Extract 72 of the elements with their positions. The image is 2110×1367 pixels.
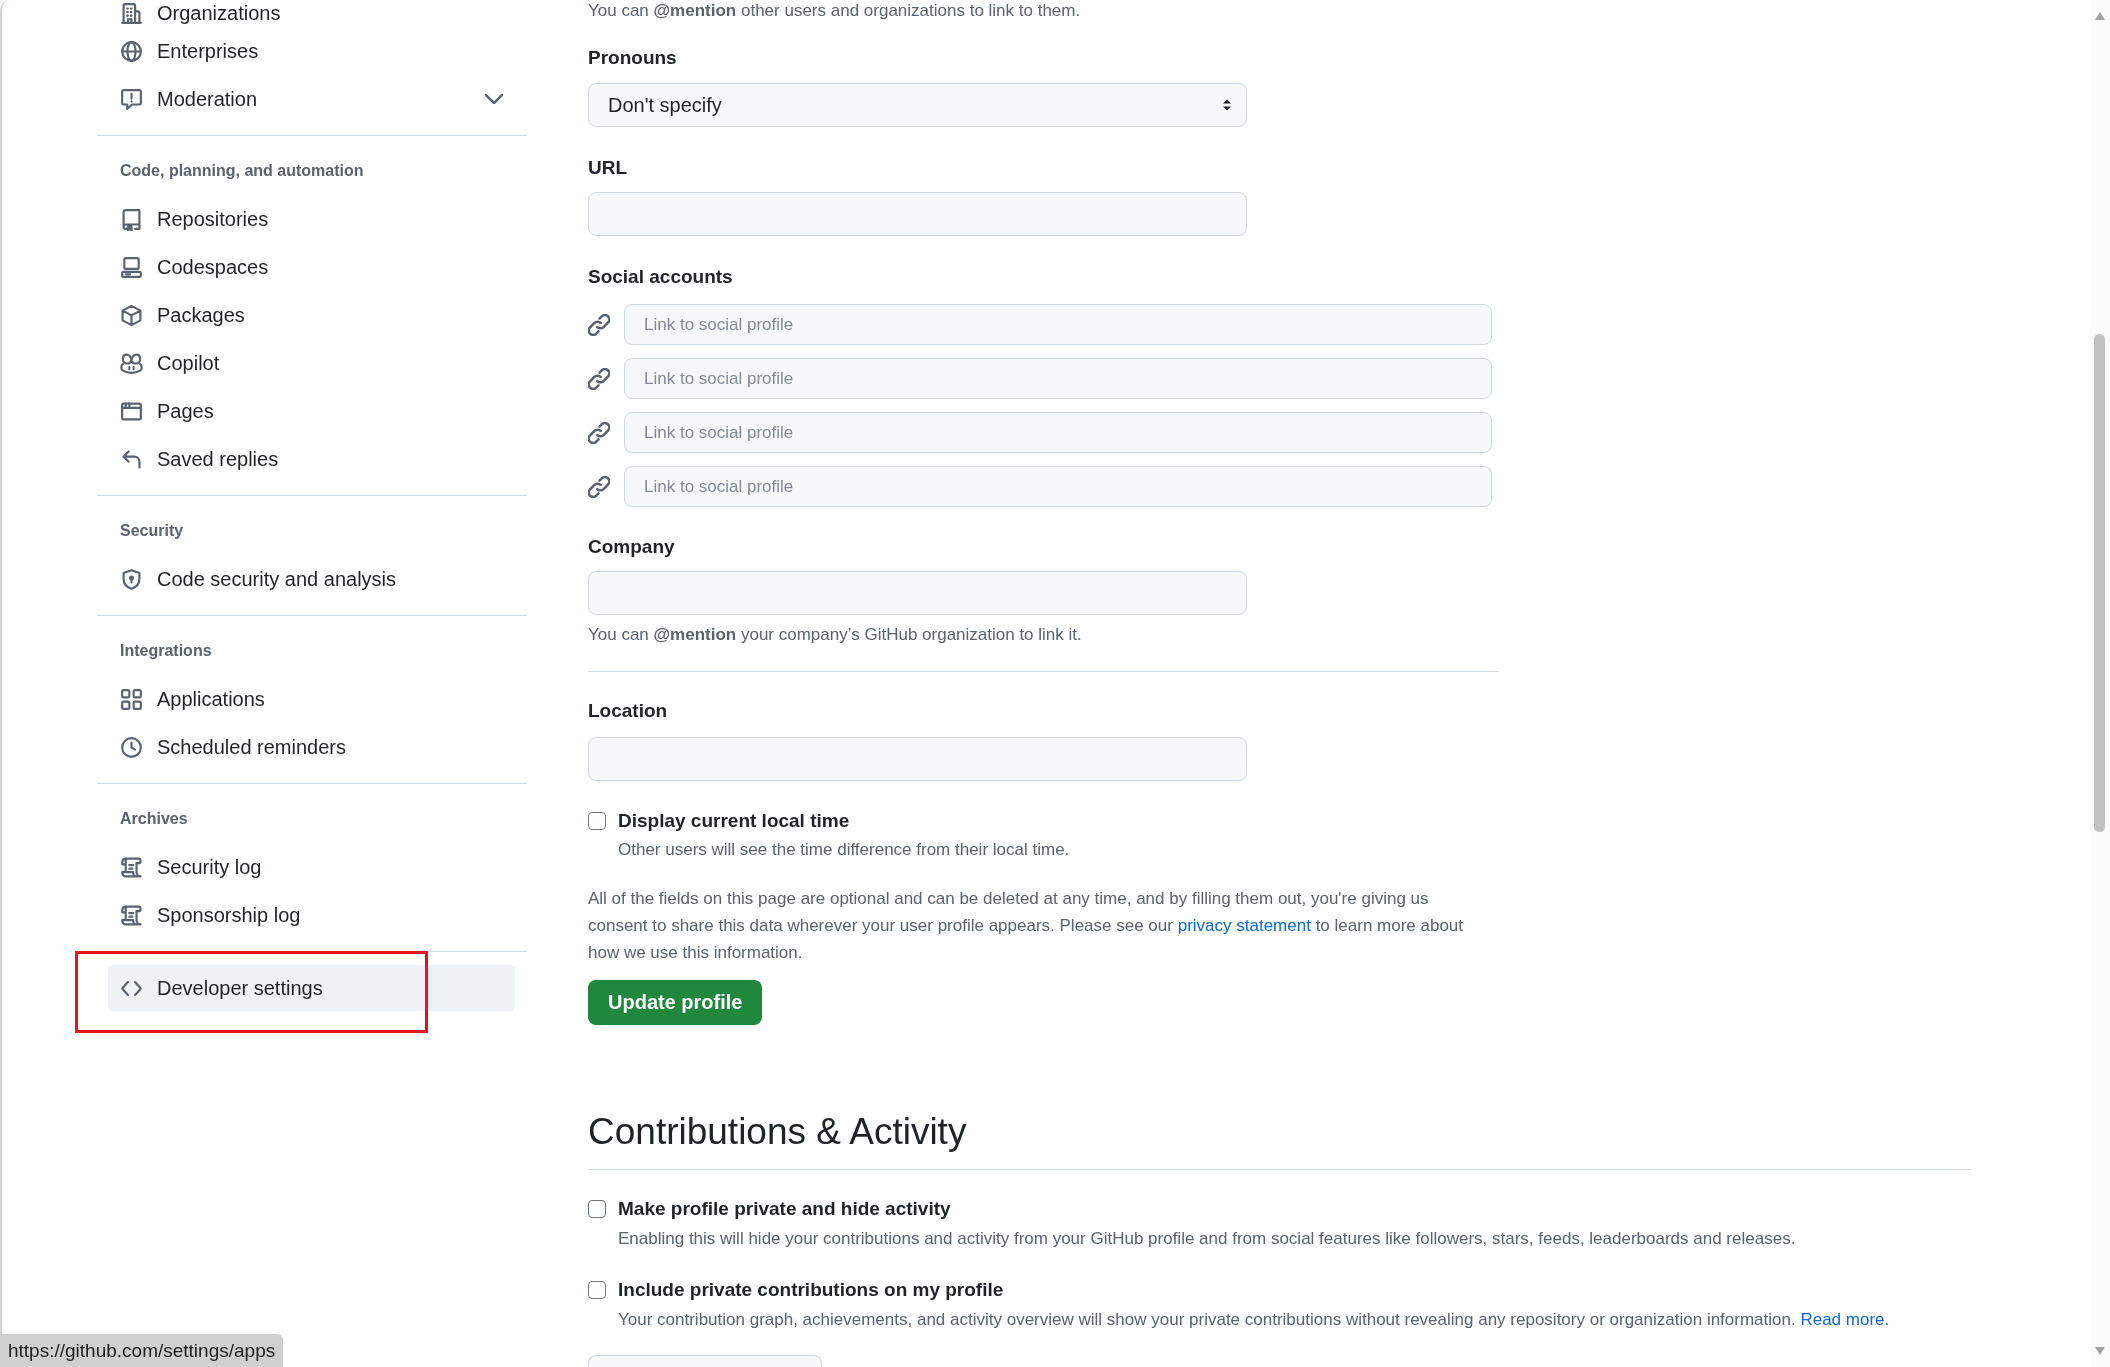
reply-arrow-icon xyxy=(120,447,143,471)
help-text: You can @mention your company’s GitHub organization to link it. xyxy=(588,624,1082,647)
field-label: Location xyxy=(588,699,668,724)
scroll-icon xyxy=(120,855,143,879)
sidebar-item[interactable]: Saved replies xyxy=(108,436,515,482)
section-heading: Contributions & Activity xyxy=(588,1109,967,1154)
scroll-up-arrow-icon[interactable] xyxy=(2095,12,2105,20)
sidebar-item[interactable]: Developer settings xyxy=(108,965,515,1011)
sidebar-item[interactable]: Enterprises xyxy=(108,28,515,74)
checkbox[interactable] xyxy=(588,1200,606,1219)
field-label: Company xyxy=(588,535,675,560)
checkbox[interactable] xyxy=(588,812,606,831)
sidebar-item[interactable]: Security log xyxy=(108,844,515,890)
sidebar-item[interactable]: Pages xyxy=(108,388,515,434)
sidebar-item[interactable]: Scheduled reminders xyxy=(108,724,515,770)
scrollbar-thumb[interactable] xyxy=(2094,334,2105,832)
url-field[interactable] xyxy=(588,192,1247,237)
cut-off-button[interactable] xyxy=(588,1355,822,1367)
update-profile-button[interactable]: Update profile xyxy=(588,980,763,1025)
privacy-statement-link[interactable]: privacy statement xyxy=(1177,916,1311,936)
shield-keyhole-icon xyxy=(120,567,143,591)
field-label: URL xyxy=(588,156,628,181)
link-icon xyxy=(588,367,610,390)
scroll-down-arrow-icon[interactable] xyxy=(2095,1347,2105,1355)
location-field[interactable] xyxy=(588,737,1247,782)
status-bar-url: https://github.com/settings/apps xyxy=(0,1334,284,1367)
social-profile-field[interactable]: Link to social profile xyxy=(624,358,1492,400)
scrollbar[interactable] xyxy=(2090,0,2110,1367)
social-profile-field[interactable]: Link to social profile xyxy=(624,304,1492,346)
checkbox-label: Display current local time xyxy=(618,809,850,834)
sidebar-section-heading: Integrations xyxy=(120,641,212,661)
speech-bubble-exclamation-icon xyxy=(120,87,143,111)
sidebar-item[interactable]: Applications xyxy=(108,676,515,722)
link-icon xyxy=(588,475,610,498)
grid-icon xyxy=(120,687,143,711)
globe-icon xyxy=(120,39,143,63)
cube-icon xyxy=(120,303,143,327)
help-text: Your contribution graph, achievements, and activity overview will show your private contributions without revealing any repository or organization information. Read more. xyxy=(618,1309,1890,1332)
sidebar-item[interactable]: Sponsorship log xyxy=(108,892,515,938)
scroll-icon xyxy=(120,903,143,927)
sidebar-item[interactable]: Repositories xyxy=(108,196,515,242)
computer-icon xyxy=(120,255,143,279)
help-text: You can @mention other users and organizations to link to them. xyxy=(588,0,1081,22)
social-profile-field[interactable]: Link to social profile xyxy=(624,466,1492,508)
link-icon xyxy=(588,421,610,444)
social-profile-field[interactable]: Link to social profile xyxy=(624,412,1492,454)
sidebar-section-heading: Archives xyxy=(120,809,188,829)
book-icon xyxy=(120,207,143,231)
company-field[interactable] xyxy=(588,571,1247,616)
sidebar-section-heading: Code, planning, and automation xyxy=(120,161,364,181)
field-label: Social accounts xyxy=(588,265,733,290)
sidebar-section-heading: Security xyxy=(120,521,184,541)
link-icon xyxy=(588,313,610,336)
sidebar-item[interactable]: Organizations xyxy=(108,0,515,26)
robot-face-icon xyxy=(120,351,143,375)
sidebar-item[interactable]: Codespaces xyxy=(108,244,515,290)
checkbox[interactable] xyxy=(588,1281,606,1300)
privacy-notice: All of the fields on this page are optional and can be deleted at any time, and by filling them out, you're giving us consent to share this data wherever your user profile appears. Please see our privacy statement to learn more about how we use this information. xyxy=(588,888,1465,965)
field-label: Pronouns xyxy=(588,46,677,70)
sidebar-item[interactable]: Code security and analysis xyxy=(108,556,515,602)
building-icon xyxy=(120,1,143,25)
clock-icon xyxy=(120,735,143,759)
pronouns-select[interactable]: Don't specify xyxy=(588,83,1247,128)
read-more-link[interactable]: Read more. xyxy=(1800,1310,1890,1330)
checkbox-label: Make profile private and hide activity xyxy=(618,1197,951,1222)
checkbox-label: Include private contributions on my profile xyxy=(618,1278,1004,1303)
sidebar-item[interactable]: Packages xyxy=(108,292,515,338)
sidebar-item[interactable]: Copilot xyxy=(108,340,515,386)
sidebar-item[interactable]: Moderation xyxy=(108,76,515,122)
help-text: Enabling this will hide your contributions and activity from your GitHub profile and from social features like followers, stars, feeds, leaderboards and releases. xyxy=(618,1228,1796,1251)
up-down-caret-icon xyxy=(1222,98,1232,113)
help-text: Other users will see the time difference from their local time. xyxy=(618,839,1070,862)
